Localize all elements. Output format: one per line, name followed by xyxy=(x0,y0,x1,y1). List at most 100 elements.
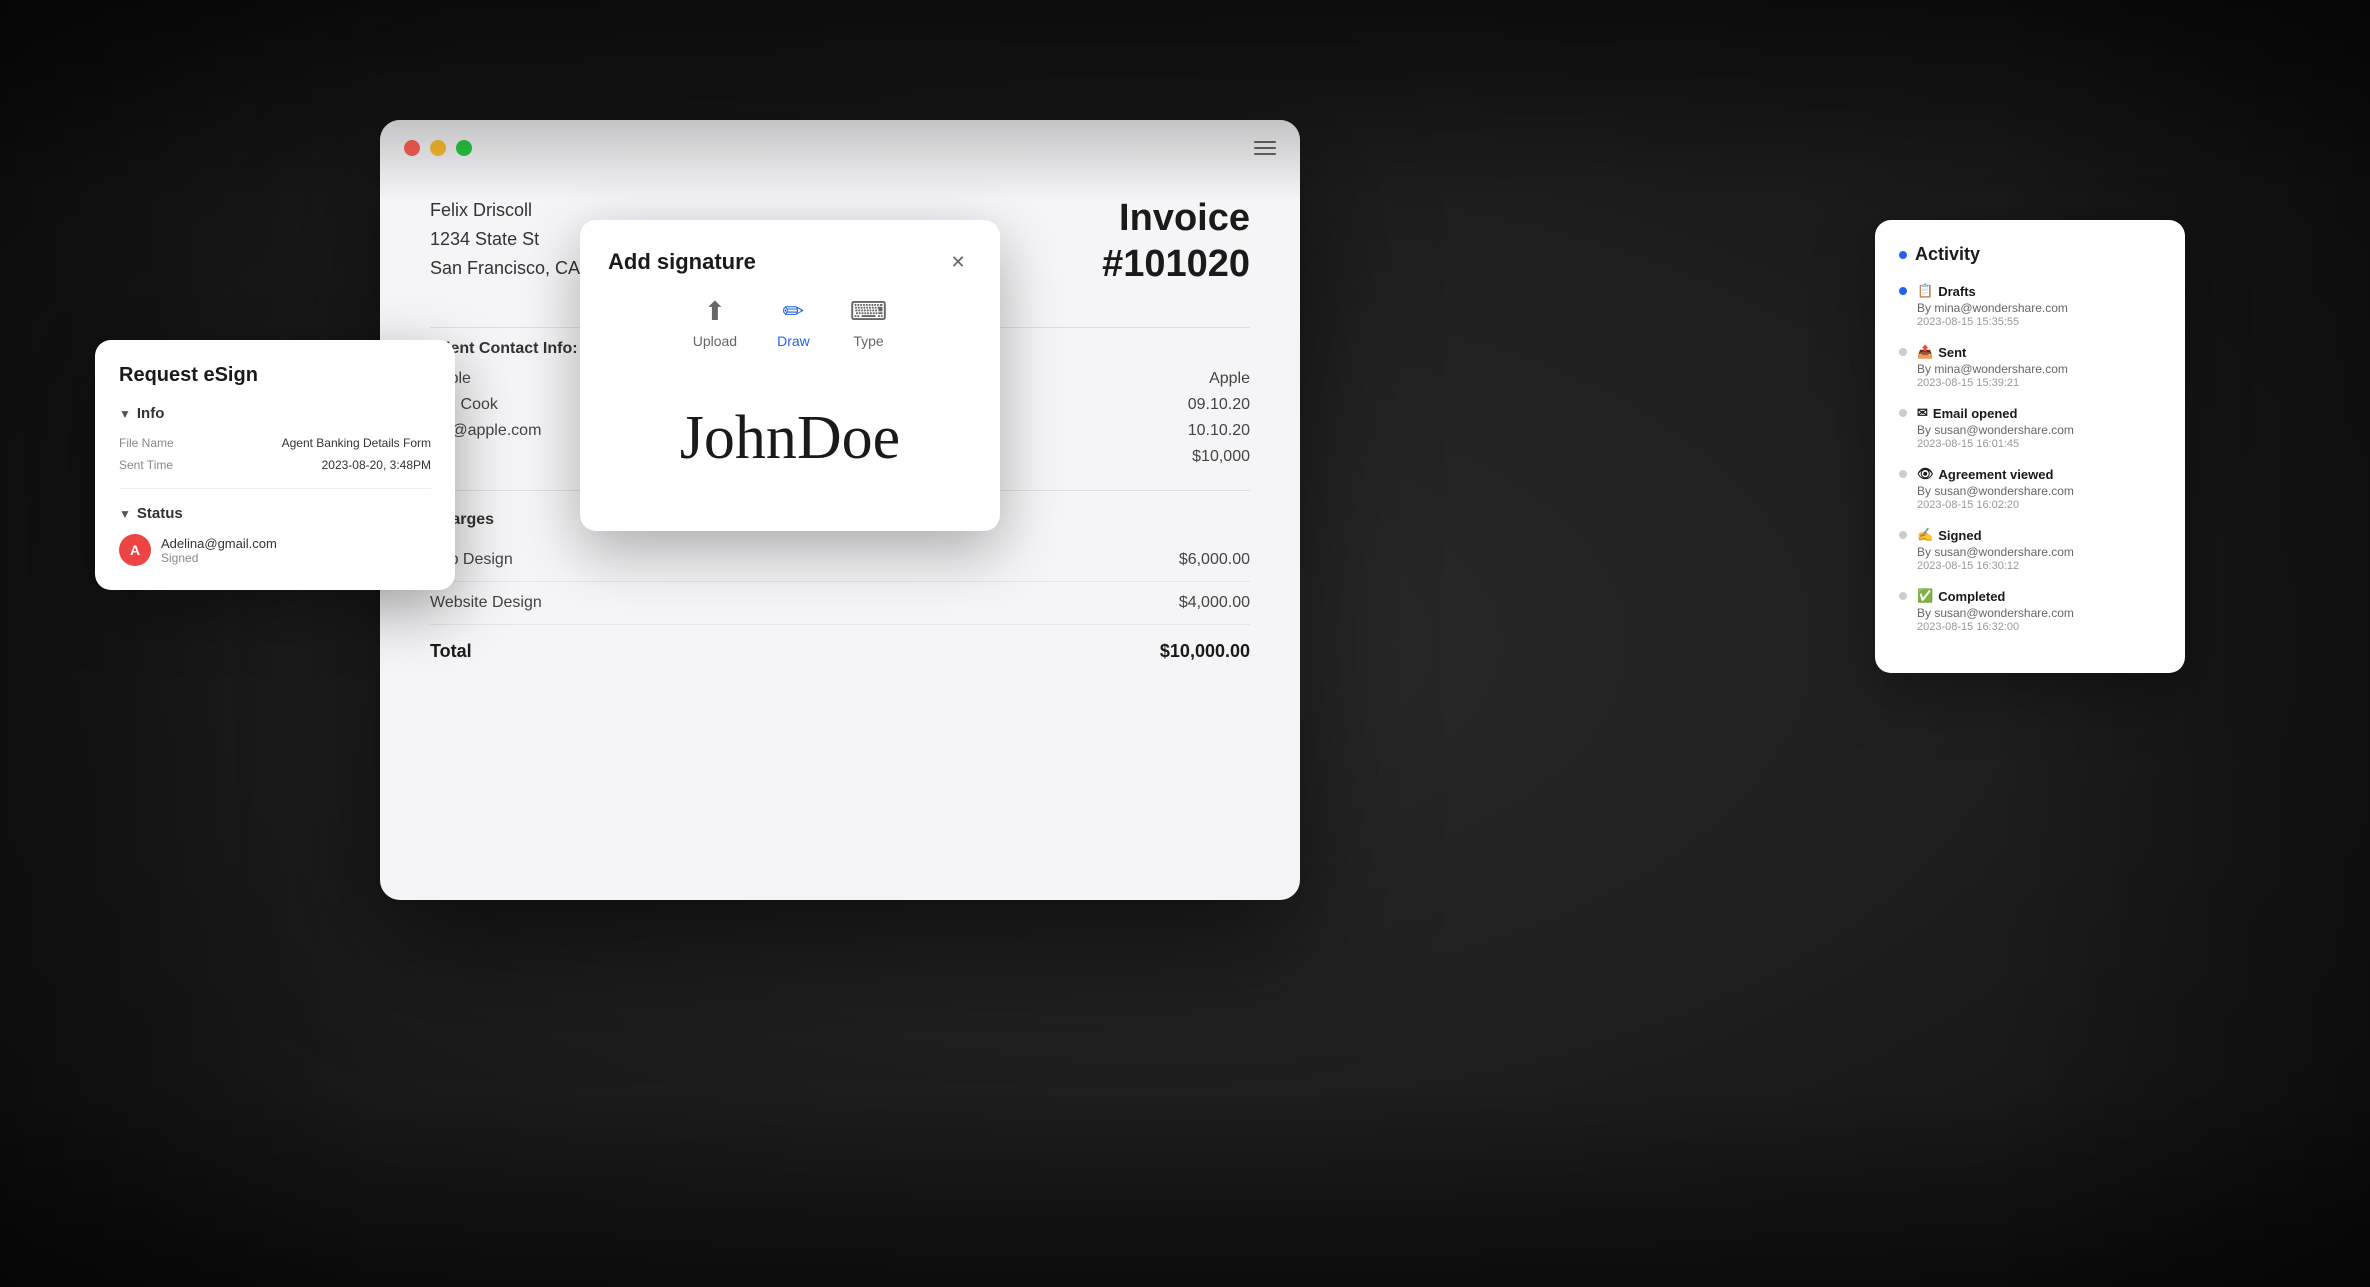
charge-row-1: App Design $6,000.00 xyxy=(430,539,1250,582)
status-section-header: ▼ Status xyxy=(119,505,431,522)
activity-dot-sent xyxy=(1899,348,1907,356)
charge-row-2: Website Design $4,000.00 xyxy=(430,582,1250,625)
activity-info-completed: ✅ Completed By susan@wondershare.com 202… xyxy=(1917,588,2074,633)
charge-amount-1: $6,000.00 xyxy=(1179,551,1250,569)
completed-label: Completed xyxy=(1938,589,2005,604)
signer-email: Adelina@gmail.com xyxy=(161,536,277,551)
esign-title: Request eSign xyxy=(119,364,431,387)
completed-event: ✅ Completed xyxy=(1917,588,2074,604)
activity-info-sent: 📤 Sent By mina@wondershare.com 2023-08-1… xyxy=(1917,344,2068,389)
completed-icon: ✅ xyxy=(1917,588,1933,604)
agreement-viewed-label: Agreement viewed xyxy=(1939,467,2054,482)
status-label: Status xyxy=(137,505,183,522)
activity-item-sent: 📤 Sent By mina@wondershare.com 2023-08-1… xyxy=(1899,344,2161,389)
invoice-title-text: Invoice xyxy=(1102,196,1250,242)
signature-modal: Add signature ✕ ⬆ Upload ✏ Draw ⌨ Type J… xyxy=(580,220,1000,531)
invoice-title: Invoice #101020 xyxy=(1102,196,1250,287)
sent-by: By mina@wondershare.com xyxy=(1917,362,2068,376)
sent-icon: 📤 xyxy=(1917,344,1933,360)
maximize-button[interactable] xyxy=(456,140,472,156)
signer-status: Signed xyxy=(161,551,277,565)
total-row: Total $10,000.00 xyxy=(430,625,1250,678)
signed-time: 2023-08-15 16:30:12 xyxy=(1917,560,2074,572)
signer-avatar: A xyxy=(119,534,151,566)
menu-icon[interactable] xyxy=(1254,141,1276,155)
minimize-button[interactable] xyxy=(430,140,446,156)
sent-label: Sent xyxy=(1938,345,1966,360)
modal-title: Add signature xyxy=(608,249,756,275)
draw-label: Draw xyxy=(777,333,810,349)
sent-time: 2023-08-15 15:39:21 xyxy=(1917,377,2068,389)
client-date1: 09.10.20 xyxy=(1188,396,1250,414)
activity-item-completed: ✅ Completed By susan@wondershare.com 202… xyxy=(1899,588,2161,633)
agreement-viewed-icon: 👁 xyxy=(1917,466,1934,482)
activity-dot-signed xyxy=(1899,531,1907,539)
signed-by: By susan@wondershare.com xyxy=(1917,545,2074,559)
tab-type[interactable]: ⌨ Type xyxy=(850,296,888,349)
signature-text: JohnDoe xyxy=(680,403,900,474)
info-label: Info xyxy=(137,405,165,422)
signature-area: JohnDoe xyxy=(608,373,972,503)
completed-by: By susan@wondershare.com xyxy=(1917,606,2074,620)
activity-dot-agreement-viewed xyxy=(1899,470,1907,478)
email-opened-event: ✉ Email opened xyxy=(1917,405,2074,421)
activity-dot-email-opened xyxy=(1899,409,1907,417)
signed-label: Signed xyxy=(1938,528,1981,543)
charge-name-2: Website Design xyxy=(430,594,542,612)
email-opened-icon: ✉ xyxy=(1917,405,1928,421)
activity-info-drafts: 📋 Drafts By mina@wondershare.com 2023-08… xyxy=(1917,283,2068,328)
activity-panel: Activity 📋 Drafts By mina@wondershare.co… xyxy=(1875,220,2185,673)
signed-icon: ✍ xyxy=(1917,527,1933,543)
drafts-label: Drafts xyxy=(1938,284,1976,299)
menu-bar-3 xyxy=(1254,153,1276,155)
type-icon: ⌨ xyxy=(850,296,888,327)
status-item: A Adelina@gmail.com Signed xyxy=(119,534,431,566)
info-status-divider xyxy=(119,488,431,489)
info-arrow: ▼ xyxy=(119,407,131,421)
activity-bullet xyxy=(1899,251,1907,259)
activity-item-drafts: 📋 Drafts By mina@wondershare.com 2023-08… xyxy=(1899,283,2161,328)
sent-time-label: Sent Time xyxy=(119,458,173,472)
tab-draw[interactable]: ✏ Draw xyxy=(777,296,810,349)
total-label: Total xyxy=(430,641,472,662)
esign-panel: Request eSign ▼ Info File Name Agent Ban… xyxy=(95,340,455,590)
agreement-viewed-time: 2023-08-15 16:02:20 xyxy=(1917,499,2074,511)
invoice-number: #101020 xyxy=(1102,242,1250,288)
menu-bar-1 xyxy=(1254,141,1276,143)
status-arrow: ▼ xyxy=(119,507,131,521)
signer-info: Adelina@gmail.com Signed xyxy=(161,536,277,565)
activity-dot-completed xyxy=(1899,592,1907,600)
close-button[interactable] xyxy=(404,140,420,156)
type-label: Type xyxy=(853,333,883,349)
email-opened-time: 2023-08-15 16:01:45 xyxy=(1917,438,2074,450)
info-section-header: ▼ Info xyxy=(119,405,431,422)
total-amount: $10,000.00 xyxy=(1160,641,1250,662)
drafts-event: 📋 Drafts xyxy=(1917,283,2068,299)
email-opened-by: By susan@wondershare.com xyxy=(1917,423,2074,437)
completed-time: 2023-08-15 16:32:00 xyxy=(1917,621,2074,633)
client-date2: 10.10.20 xyxy=(1188,422,1250,440)
agreement-viewed-event: 👁 Agreement viewed xyxy=(1917,466,2074,482)
draw-icon: ✏ xyxy=(783,296,805,327)
activity-title-text: Activity xyxy=(1915,244,1980,265)
activity-info-signed: ✍ Signed By susan@wondershare.com 2023-0… xyxy=(1917,527,2074,572)
client-amount: $10,000 xyxy=(1192,448,1250,466)
file-name-label: File Name xyxy=(119,436,174,450)
titlebar xyxy=(380,120,1300,176)
sent-event: 📤 Sent xyxy=(1917,344,2068,360)
sent-time-row: Sent Time 2023-08-20, 3:48PM xyxy=(119,458,431,472)
sent-time-value: 2023-08-20, 3:48PM xyxy=(322,458,431,472)
drafts-by: By mina@wondershare.com xyxy=(1917,301,2068,315)
tab-upload[interactable]: ⬆ Upload xyxy=(693,296,737,349)
file-name-row: File Name Agent Banking Details Form xyxy=(119,436,431,450)
client-right-company: Apple xyxy=(1209,370,1250,388)
activity-info-email-opened: ✉ Email opened By susan@wondershare.com … xyxy=(1917,405,2074,450)
signed-event: ✍ Signed xyxy=(1917,527,2074,543)
activity-dot-drafts xyxy=(1899,287,1907,295)
modal-header: Add signature ✕ xyxy=(608,248,972,276)
modal-close-button[interactable]: ✕ xyxy=(944,248,972,276)
drafts-icon: 📋 xyxy=(1917,283,1933,299)
upload-icon: ⬆ xyxy=(704,296,726,327)
charges-section: Charges App Design $6,000.00 Website Des… xyxy=(430,511,1250,678)
upload-label: Upload xyxy=(693,333,737,349)
